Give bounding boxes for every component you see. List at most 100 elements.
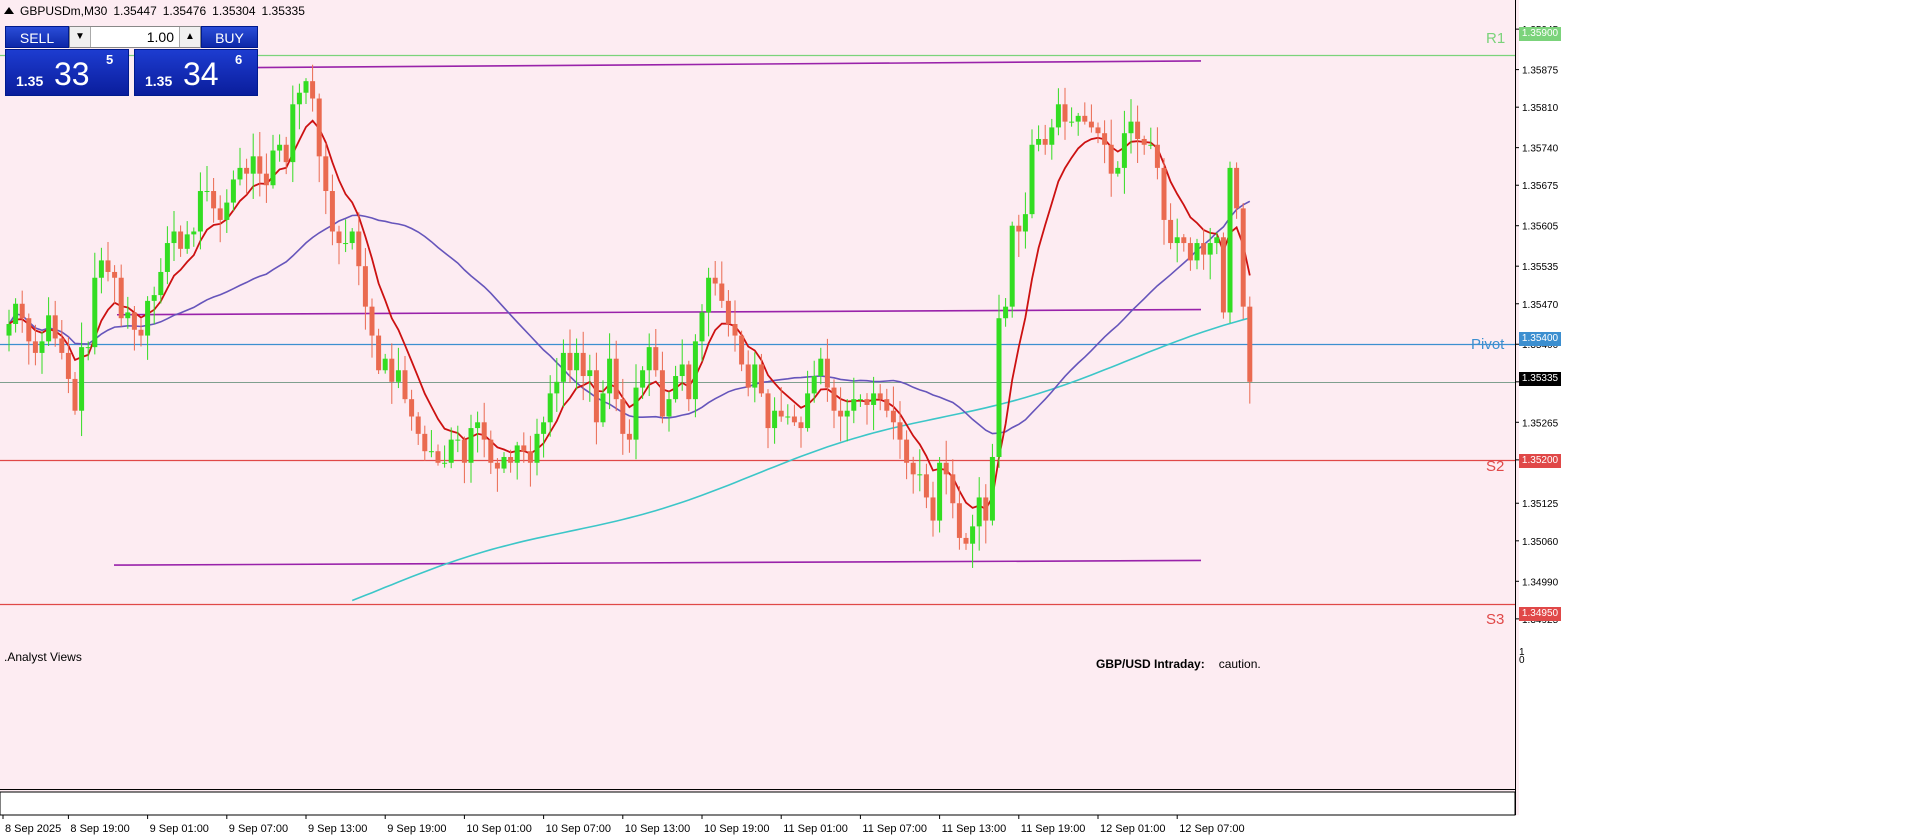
bear-candle [904, 439, 910, 463]
price-chart[interactable]: 1.359451.358751.358101.357401.356751.356… [0, 0, 1916, 840]
bull-candle [442, 462, 448, 464]
bull-candle [428, 451, 434, 453]
bull-candle [1075, 115, 1081, 122]
bull-candle [13, 303, 19, 324]
bear-candle [323, 156, 329, 192]
price-tick-label: 1.35605 [1522, 222, 1559, 233]
bull-candle [395, 370, 401, 382]
bear-candle [567, 352, 573, 371]
sell-quote[interactable]: 1.35 33 5 [5, 49, 129, 96]
bear-candle [118, 277, 124, 319]
bull-candle [237, 167, 243, 180]
bear-candle [527, 451, 533, 463]
price-tick-label: 1.35470 [1522, 300, 1559, 311]
bear-candle [329, 191, 335, 232]
bull-candle [607, 358, 613, 394]
price-tick-label: 1.35125 [1522, 499, 1559, 510]
bear-candle [1062, 104, 1068, 122]
bear-candle [138, 329, 144, 336]
sell-button[interactable]: SELL [5, 26, 69, 48]
chevron-down-icon[interactable]: ▼ [70, 27, 91, 47]
bear-candle [1141, 138, 1147, 145]
bear-candle [263, 173, 269, 186]
time-tick-label: 9 Sep 07:00 [229, 823, 288, 835]
time-tick-label: 10 Sep 19:00 [704, 823, 769, 835]
bear-candle [745, 364, 751, 388]
bull-candle [501, 456, 507, 469]
bull-candle [1069, 121, 1075, 123]
bull-candle [1003, 306, 1009, 319]
bear-candle [923, 474, 929, 498]
bear-candle [508, 456, 514, 463]
bear-candle [112, 271, 118, 278]
bull-candle [772, 410, 778, 429]
bull-candle [514, 445, 520, 463]
bear-candle [719, 283, 725, 301]
bear-candle [831, 387, 837, 411]
bear-candle [131, 312, 137, 330]
time-tick-label: 12 Sep 07:00 [1179, 823, 1244, 835]
bear-candle [686, 364, 692, 400]
bear-candle [778, 410, 784, 417]
bull-candle [996, 318, 1002, 457]
buy-quote[interactable]: 1.35 34 6 [134, 49, 258, 96]
bear-candle [653, 347, 659, 371]
bear-candle [402, 370, 408, 400]
chevron-up-icon[interactable]: ▲ [179, 27, 200, 47]
bull-candle [1227, 167, 1233, 313]
bear-candle [422, 433, 428, 452]
open-value: 1.35447 [113, 4, 157, 18]
bear-candle [310, 81, 316, 99]
bull-candle [250, 156, 256, 174]
lot-size-input[interactable]: 1.00 [90, 27, 180, 47]
bear-candle [798, 422, 804, 429]
lot-size-stepper[interactable]: ▼ 1.00 ▲ [69, 26, 201, 48]
bear-candle [593, 370, 599, 423]
bull-candle [818, 358, 824, 377]
bull-candle [851, 399, 857, 411]
bull-candle [917, 474, 923, 476]
bull-candle [679, 364, 685, 377]
bull-candle [79, 347, 85, 411]
bull-candle [673, 376, 679, 400]
sell-price-pip: 5 [106, 52, 114, 67]
bear-candle [1082, 115, 1088, 122]
subwindow-scale-bottom: 0 [1519, 655, 1525, 666]
bull-candle [646, 347, 652, 371]
bear-candle [659, 370, 665, 417]
bear-candle [725, 300, 731, 324]
bull-candle [1036, 138, 1042, 145]
bull-candle [844, 410, 850, 417]
low-value: 1.35304 [212, 4, 256, 18]
price-tick-label: 1.35535 [1522, 262, 1559, 273]
high-value: 1.35476 [162, 4, 207, 18]
bull-candle [455, 439, 461, 441]
bull-candle [98, 260, 104, 278]
collapse-triangle-icon[interactable] [4, 7, 14, 14]
r1-level-label: R1 [1486, 30, 1506, 47]
bull-candle [633, 387, 639, 440]
bear-candle [884, 399, 890, 411]
bear-candle [1234, 167, 1240, 209]
bear-candle [1220, 237, 1226, 313]
bull-candle [805, 393, 811, 429]
bear-candle [1187, 243, 1193, 261]
bull-candle [39, 341, 45, 353]
bear-candle [1154, 144, 1160, 168]
bull-candle [164, 243, 170, 272]
bull-candle [600, 393, 606, 423]
buy-button[interactable]: BUY [201, 26, 258, 48]
price-axis-panel [1519, 0, 1916, 840]
bear-candle [26, 318, 32, 342]
bull-candle [785, 416, 791, 418]
pivot-price-tag: 1.35400 [1519, 332, 1561, 346]
bear-candle [864, 399, 870, 405]
time-tick-label: 9 Sep 19:00 [387, 823, 446, 835]
bull-candle [976, 497, 982, 527]
bull-candle [857, 399, 863, 401]
price-tick-label: 1.35740 [1522, 144, 1559, 155]
close-value: 1.35335 [261, 4, 305, 18]
bull-candle [290, 104, 296, 163]
bull-candle [191, 231, 197, 235]
bear-candle [732, 324, 738, 336]
